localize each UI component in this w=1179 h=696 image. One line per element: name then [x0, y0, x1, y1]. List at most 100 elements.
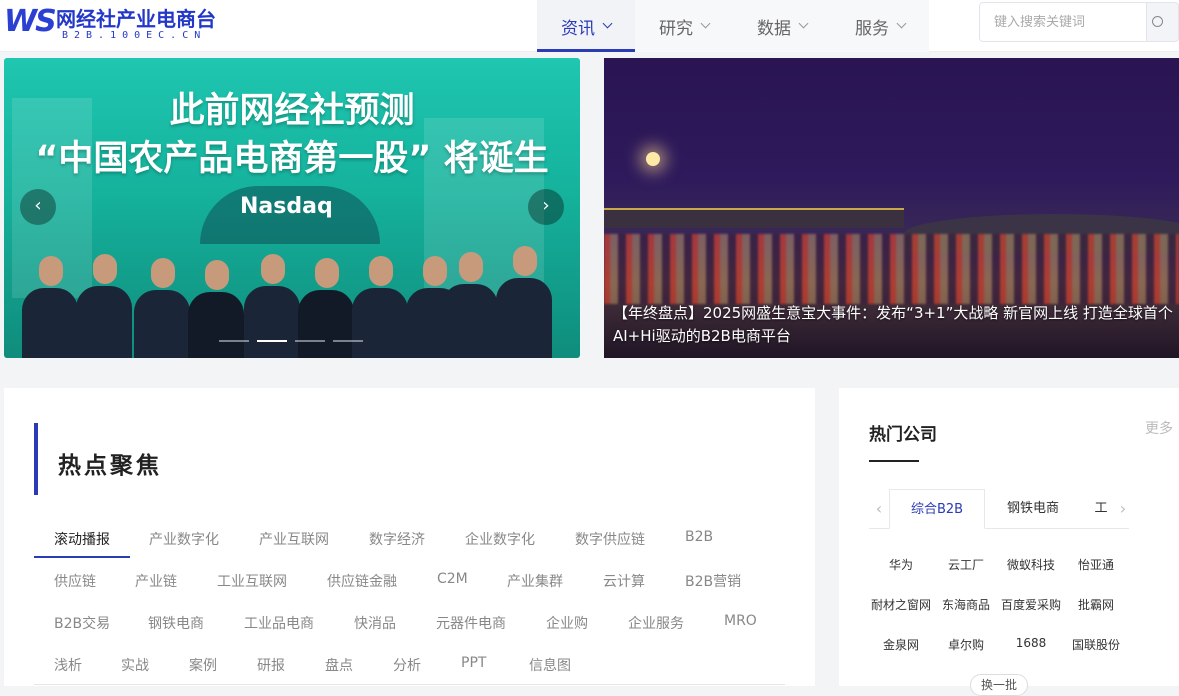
slide-caption-line2: AI+Hi驱动的B2B电商平台: [613, 327, 791, 345]
person-figure: [76, 254, 132, 358]
more-link[interactable]: 更多: [1145, 418, 1173, 438]
company-link[interactable]: 百度爱采购: [996, 596, 1066, 613]
carousel-slide-next[interactable]: 【年终盘点】2025网盛生意宝大事件：发布“3+1”大战略 新官网上线 打造全球…: [604, 58, 1179, 358]
tag-item[interactable]: B2B交易: [54, 613, 110, 633]
tag-item[interactable]: 浅析: [54, 655, 82, 675]
company-link[interactable]: 卓尔购: [931, 636, 1001, 653]
chevron-down-icon: [700, 18, 711, 29]
tag-item[interactable]: 企业数字化: [465, 529, 535, 549]
tag-item[interactable]: C2M: [437, 571, 468, 587]
tag-item[interactable]: 分析: [393, 655, 421, 675]
carousel-dot[interactable]: [219, 340, 249, 342]
chevron-left-icon: ‹: [34, 195, 42, 216]
company-link[interactable]: 金泉网: [866, 636, 936, 653]
carousel-dot[interactable]: [333, 340, 363, 342]
tag-item[interactable]: 产业链: [135, 571, 177, 591]
section-title: 热点聚焦: [58, 453, 162, 479]
tag-item[interactable]: 企业服务: [628, 613, 684, 633]
tag-item[interactable]: 产业集群: [507, 571, 563, 591]
tag-item[interactable]: 钢铁电商: [148, 613, 204, 633]
person-figure: [496, 246, 552, 358]
carousel-prev-button[interactable]: ‹: [20, 189, 56, 225]
nav-item-research[interactable]: 研究: [635, 0, 733, 52]
company-link[interactable]: 怡亚通: [1061, 556, 1131, 573]
company-category-tabs: ‹ 综合B2B 钢铁电商 工 ›: [869, 489, 1129, 529]
company-link[interactable]: 国联股份: [1061, 636, 1131, 653]
slide-caption[interactable]: 【年终盘点】2025网盛生意宝大事件：发布“3+1”大战略 新官网上线 打造全球…: [613, 302, 1179, 348]
active-tag-underline: [34, 556, 130, 558]
company-link[interactable]: 批霸网: [1061, 596, 1131, 613]
tag-item[interactable]: 元器件电商: [436, 613, 506, 633]
chevron-left-icon[interactable]: ‹: [869, 489, 889, 529]
company-link[interactable]: 1688: [996, 636, 1066, 650]
section-accent-bar: [34, 423, 38, 495]
tag-item[interactable]: 信息图: [529, 655, 571, 675]
tag-item[interactable]: 产业互联网: [259, 529, 329, 549]
nasdaq-sign-text: Nasdaq: [240, 194, 333, 219]
nav-item-label: 服务: [855, 18, 889, 39]
logo-title: 网经社产业电商台: [56, 7, 216, 31]
carousel-dot-active[interactable]: [257, 340, 287, 342]
hot-focus-panel: 热点聚焦 滚动播报 产业数字化 产业互联网 数字经济 企业数字化 数字供应链 B…: [4, 388, 815, 686]
tag-item[interactable]: B2B: [685, 529, 713, 545]
person-figure: [298, 258, 354, 358]
nav-item-services[interactable]: 服务: [831, 0, 929, 52]
tag-item[interactable]: 云计算: [603, 571, 645, 591]
nav-item-label: 数据: [757, 18, 791, 39]
nav-item-news[interactable]: 资讯: [537, 0, 635, 52]
tag-item[interactable]: 案例: [189, 655, 217, 675]
logo-subtitle: B2B.100EC.CN: [62, 30, 207, 41]
banner-headline-line2: “中国农产品电商第一股” 将诞生: [35, 139, 549, 179]
traffic-lights: [604, 234, 1179, 304]
carousel-indicators: [219, 340, 363, 342]
tag-item[interactable]: 数字供应链: [575, 529, 645, 549]
company-link[interactable]: 华为: [866, 556, 936, 573]
tag-item[interactable]: 工业互联网: [217, 571, 287, 591]
chevron-down-icon: [798, 18, 809, 29]
person-figure: [188, 260, 244, 358]
tag-item[interactable]: 工业品电商: [244, 613, 314, 633]
carousel-dot[interactable]: [295, 340, 325, 342]
tab-steel-ecommerce[interactable]: 钢铁电商: [985, 489, 1081, 529]
chevron-right-icon[interactable]: ›: [1113, 489, 1133, 529]
main-nav: 资讯 研究 数据 服务: [537, 0, 929, 52]
company-link[interactable]: 微蚁科技: [996, 556, 1066, 573]
nav-item-data[interactable]: 数据: [733, 0, 831, 52]
carousel-next-button[interactable]: ›: [528, 189, 564, 225]
tab-industrial[interactable]: 工: [1093, 489, 1109, 529]
tag-item[interactable]: 数字经济: [369, 529, 425, 549]
tag-item[interactable]: 快消品: [354, 613, 396, 633]
toll-station: [604, 208, 904, 228]
tag-item[interactable]: PPT: [461, 655, 486, 671]
tag-item[interactable]: MRO: [724, 613, 757, 629]
nav-item-label: 资讯: [561, 18, 595, 39]
tab-comprehensive-b2b[interactable]: 综合B2B: [889, 489, 985, 529]
tag-item[interactable]: B2B营销: [685, 571, 741, 591]
search-button[interactable]: [1146, 3, 1178, 41]
search-input[interactable]: [980, 3, 1146, 41]
tag-item[interactable]: 产业数字化: [149, 529, 219, 549]
carousel-slide-main[interactable]: Nasdaq 此前网经社预测 “中国农产品电商第一股” 将诞生 ‹ ›: [4, 58, 580, 358]
search-box: [979, 2, 1179, 42]
tag-item[interactable]: 盘点: [325, 655, 353, 675]
person-figure: [22, 256, 78, 358]
street-lamp: [646, 152, 660, 166]
top-header: WS 网经社产业电商台 B2B.100EC.CN 资讯 研究 数据 服务: [0, 0, 1179, 52]
tag-item[interactable]: 供应链金融: [327, 571, 397, 591]
hot-companies-panel: 热门公司 更多 ‹ 综合B2B 钢铁电商 工 › 华为 云工厂 微蚁科技 怡亚通…: [839, 388, 1179, 696]
logo-mark: WS: [4, 4, 57, 39]
company-link[interactable]: 东海商品: [931, 596, 1001, 613]
swap-batch-button[interactable]: 换一批: [970, 674, 1028, 696]
tag-item[interactable]: 供应链: [54, 571, 96, 591]
person-figure: [134, 258, 190, 358]
section-title: 热门公司: [869, 425, 937, 445]
tag-item[interactable]: 企业购: [546, 613, 588, 633]
tag-item[interactable]: 研报: [257, 655, 285, 675]
site-logo[interactable]: WS 网经社产业电商台 B2B.100EC.CN: [4, 4, 234, 44]
tag-item[interactable]: 实战: [121, 655, 149, 675]
company-link[interactable]: 云工厂: [931, 556, 1001, 573]
company-link[interactable]: 耐材之窗网: [866, 596, 936, 613]
tag-item[interactable]: 滚动播报: [54, 529, 110, 549]
slide-caption-line1: 【年终盘点】2025网盛生意宝大事件：发布“3+1”大战略 新官网上线 打造全球…: [613, 304, 1173, 322]
person-figure: [352, 256, 408, 358]
